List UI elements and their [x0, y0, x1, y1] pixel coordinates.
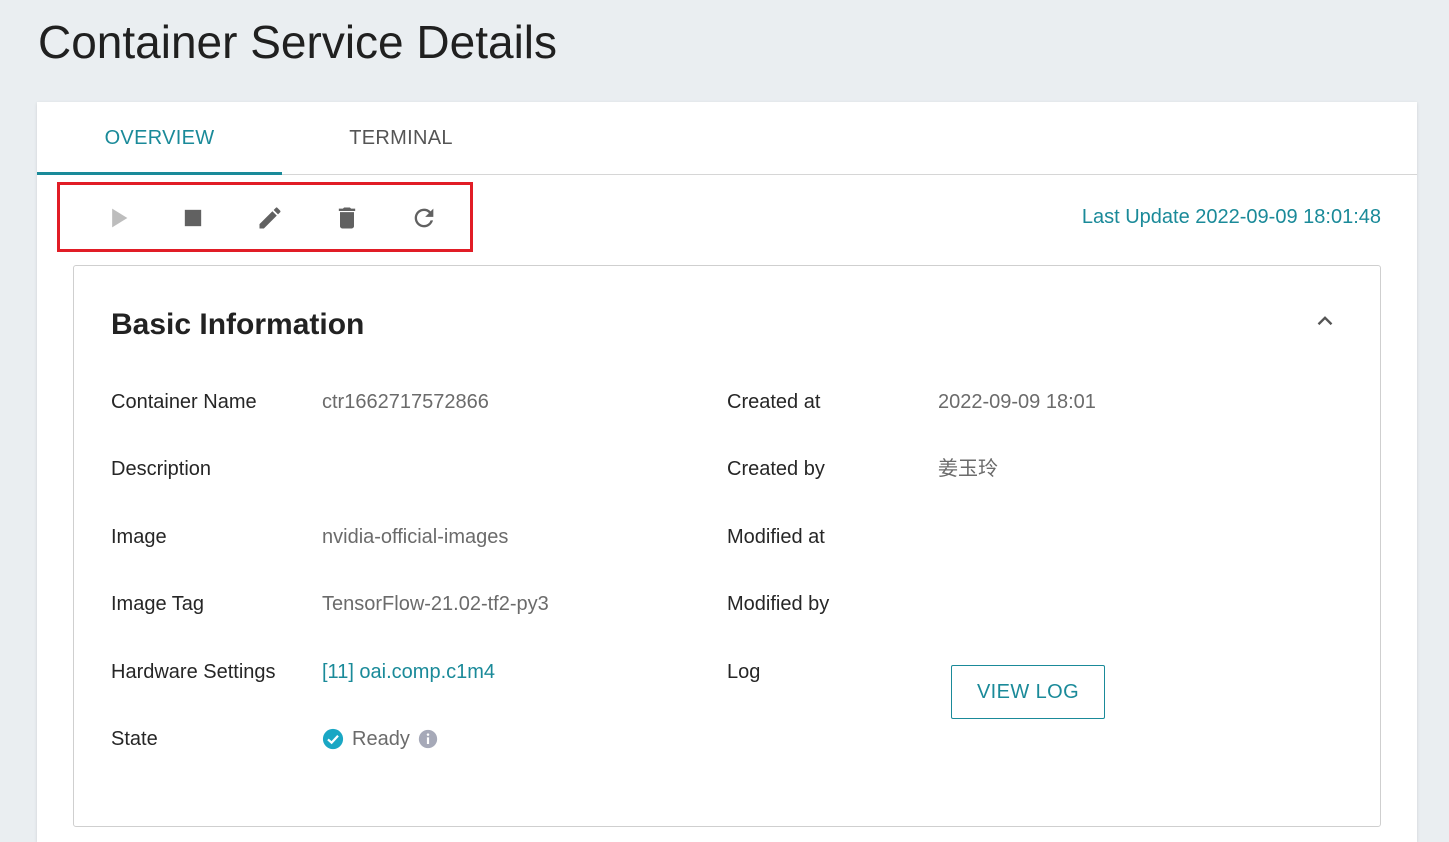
container-name-value: ctr1662717572866	[322, 391, 489, 413]
created-by-label: Created by	[727, 458, 825, 480]
chevron-up-icon	[1317, 316, 1333, 326]
check-circle-icon	[322, 728, 344, 750]
modified-at-label: Modified at	[727, 526, 825, 548]
action-toolbar	[57, 182, 473, 252]
info-icon[interactable]	[418, 729, 438, 749]
delete-button[interactable]	[329, 200, 365, 236]
tab-overview[interactable]: OVERVIEW	[37, 102, 282, 175]
collapse-button[interactable]	[1310, 306, 1340, 336]
state-label: State	[111, 728, 158, 750]
delete-icon	[338, 207, 356, 229]
stop-button[interactable]	[175, 200, 211, 236]
view-log-button[interactable]: VIEW LOG	[951, 665, 1105, 719]
created-at-value: 2022-09-09 18:01	[938, 391, 1096, 413]
tab-bar: OVERVIEW TERMINAL	[37, 102, 1417, 175]
description-label: Description	[111, 458, 212, 480]
refresh-button[interactable]	[406, 200, 442, 236]
modified-by-label: Modified by	[727, 593, 830, 615]
image-tag-label: Image Tag	[111, 593, 205, 615]
hardware-settings-label: Hardware Settings	[111, 661, 276, 683]
stop-icon	[184, 209, 202, 227]
tab-terminal[interactable]: TERMINAL	[282, 102, 520, 174]
image-label: Image	[111, 526, 167, 548]
container-name-label: Container Name	[111, 391, 257, 413]
play-icon	[112, 208, 128, 228]
details-panel: OVERVIEW TERMINAL Last Update 2022-09-09…	[37, 102, 1417, 842]
refresh-icon	[414, 208, 434, 228]
created-by-value: 姜玉玲	[938, 458, 998, 480]
created-at-label: Created at	[727, 391, 821, 413]
page-title: Container Service Details	[38, 16, 558, 68]
edit-icon	[259, 207, 281, 229]
hardware-settings-link[interactable]: [11] oai.comp.c1m4	[322, 659, 495, 685]
basic-information-card: Basic Information Container Name ctr1662…	[73, 265, 1381, 827]
image-tag-value: TensorFlow-21.02-tf2-py3	[322, 593, 549, 615]
state-value: Ready	[322, 726, 438, 752]
section-title: Basic Information	[111, 308, 365, 341]
edit-button[interactable]	[252, 200, 288, 236]
image-value: nvidia-official-images	[322, 526, 509, 548]
log-label: Log	[727, 661, 761, 683]
last-update-text: Last Update 2022-09-09 18:01:48	[1081, 206, 1381, 228]
start-button[interactable]	[100, 200, 136, 236]
state-text: Ready	[352, 728, 410, 750]
